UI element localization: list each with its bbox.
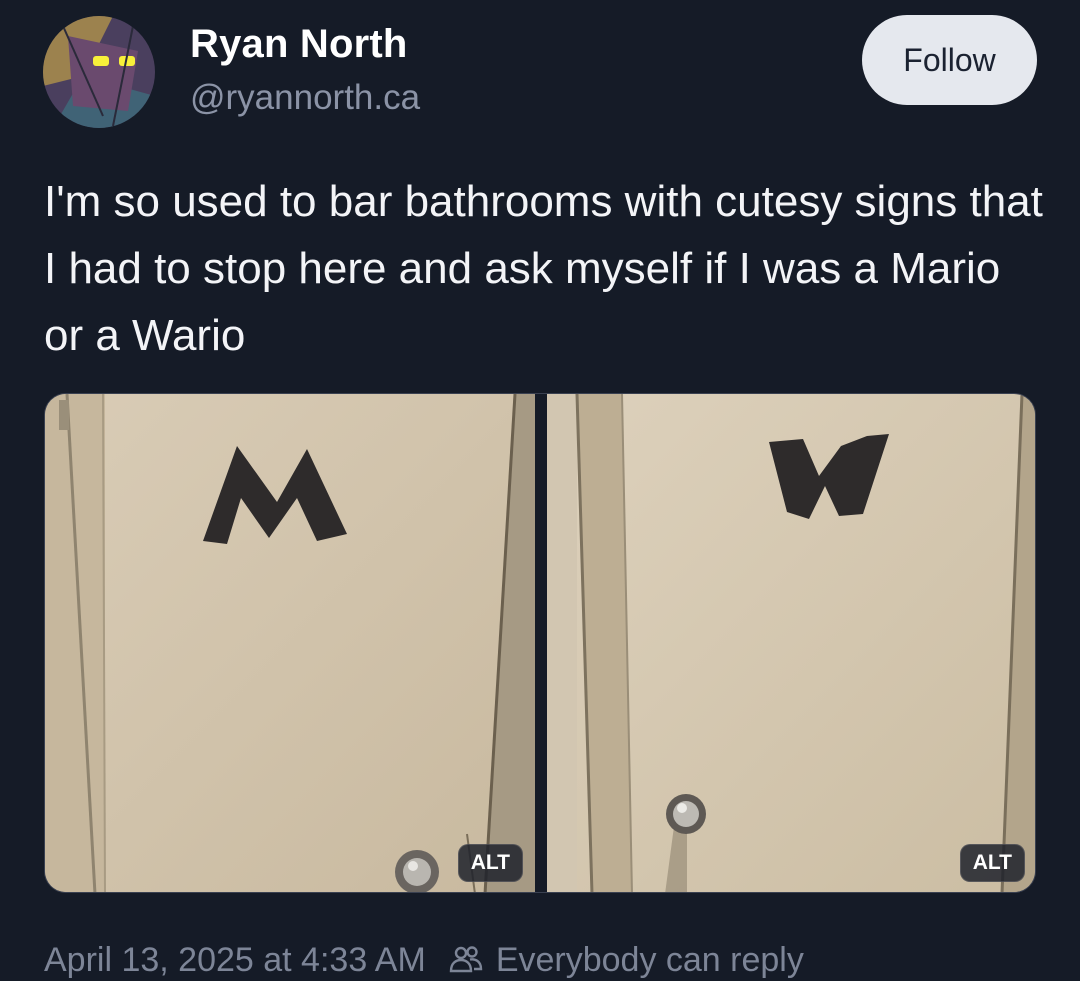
follow-button[interactable]: Follow — [862, 15, 1037, 105]
author-name[interactable]: Ryan North — [190, 22, 408, 67]
reply-setting[interactable]: Everybody can reply — [496, 941, 804, 980]
author-handle[interactable]: @ryannorth.ca — [190, 78, 420, 118]
photo-wario-door[interactable]: W ALT — [547, 394, 1035, 892]
alt-badge[interactable]: ALT — [959, 844, 1025, 882]
photo-mario-door[interactable]: M ALT — [45, 394, 535, 892]
people-icon — [448, 942, 484, 978]
post-timestamp[interactable]: April 13, 2025 at 4:33 AM — [44, 941, 426, 980]
media-divider — [535, 394, 547, 892]
post-footer: April 13, 2025 at 4:33 AM Everybody can … — [44, 940, 804, 980]
avatar[interactable] — [43, 16, 155, 128]
post-text: I'm so used to bar bathrooms with cutesy… — [44, 177, 1043, 360]
media-gallery: M ALT — [44, 393, 1036, 893]
post-card: Ryan North @ryannorth.ca Follow I'm so u… — [0, 0, 1080, 981]
alt-badge[interactable]: ALT — [457, 844, 523, 882]
